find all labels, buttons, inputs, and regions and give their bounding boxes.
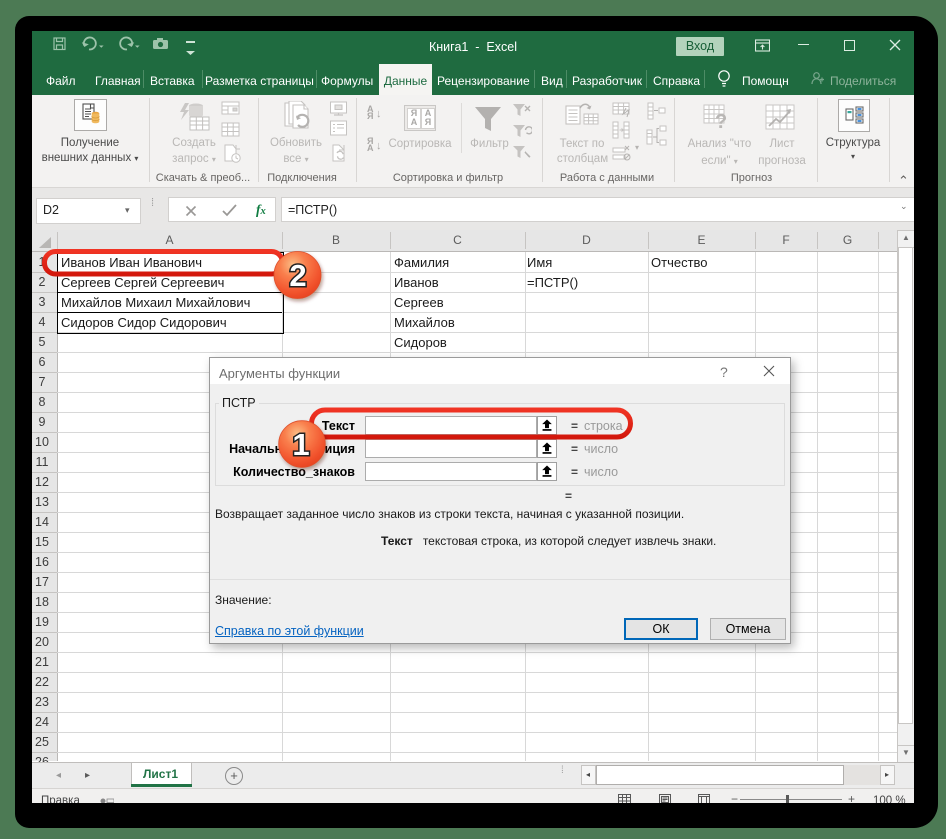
svg-text:?: ? xyxy=(715,111,727,132)
